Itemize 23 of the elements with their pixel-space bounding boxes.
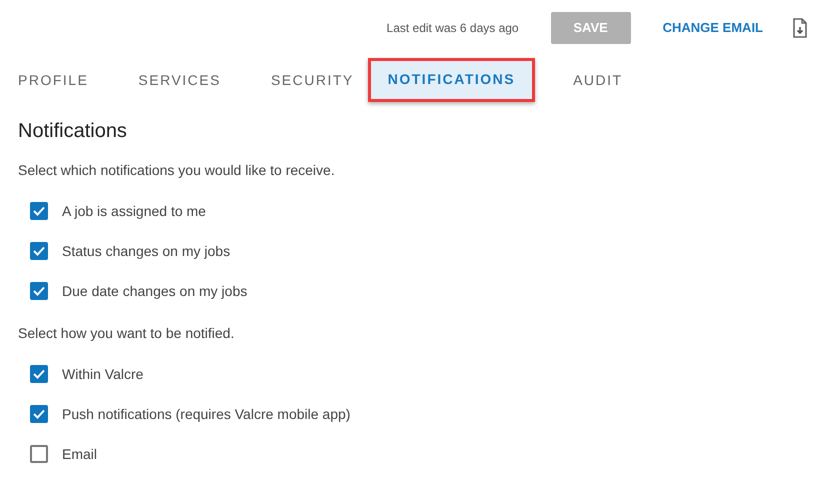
instruction-text: Select which notifications you would like to receive. — [18, 161, 336, 180]
checkbox[interactable] — [30, 405, 48, 423]
section-title: Notifications — [18, 119, 128, 144]
checkbox-label: A job is assigned to me — [62, 202, 206, 221]
download-document-icon[interactable] — [793, 18, 807, 38]
checkbox-label: Push notifications (requires Valcre mobile app) — [62, 404, 350, 424]
checkbox[interactable] — [30, 365, 48, 383]
checkbox[interactable] — [30, 445, 48, 463]
tab[interactable]: AUDIT — [559, 58, 637, 102]
checkbox-label: Status changes on my jobs — [62, 242, 230, 261]
tab[interactable]: SECURITY — [256, 58, 368, 102]
checkbox[interactable] — [30, 282, 48, 300]
tab[interactable]: PROFILE — [18, 58, 102, 102]
checkbox[interactable] — [30, 202, 48, 220]
instruction-text: Select how you want to be notified. — [18, 324, 236, 343]
checkbox-label: Due date changes on my jobs — [62, 282, 248, 301]
last-edit-text: Last edit was 6 days ago — [386, 20, 519, 37]
checkbox-label: Email — [62, 444, 98, 464]
change-email-link[interactable]: CHANGE EMAIL — [662, 18, 763, 38]
tab[interactable]: SERVICES — [124, 58, 235, 102]
checkbox-label: Within Valcre — [62, 364, 144, 384]
tab[interactable]: NOTIFICATIONS — [368, 58, 536, 102]
checkbox[interactable] — [30, 242, 48, 260]
